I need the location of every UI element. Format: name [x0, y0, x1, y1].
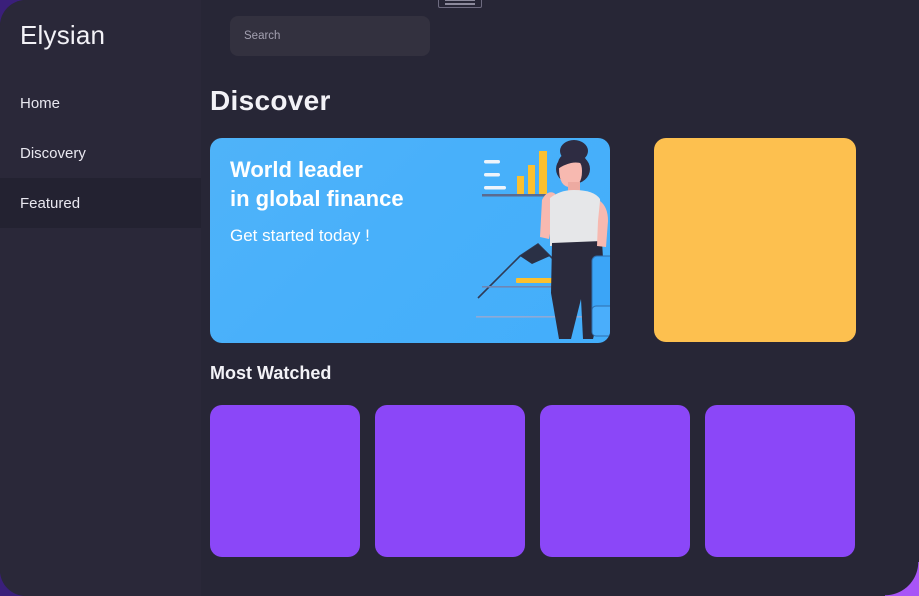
sidebar-nav: Home Discovery Featured: [0, 78, 201, 228]
app-window: Elysian Home Discovery Featured Discover…: [0, 0, 919, 596]
hero-banner-card[interactable]: World leader in global finance Get start…: [210, 138, 610, 343]
main-content: Discover World leader in global finance …: [201, 0, 919, 596]
most-watched-card[interactable]: [705, 405, 855, 557]
most-watched-card[interactable]: [540, 405, 690, 557]
handle-line: [445, 3, 475, 5]
sidebar-item-label: Home: [20, 94, 61, 112]
hero-title: World leader in global finance: [230, 157, 404, 212]
sidebar-item-home[interactable]: Home: [0, 78, 201, 128]
promo-card[interactable]: [654, 138, 856, 342]
most-watched-row: [210, 405, 855, 557]
page-title: Discover: [210, 85, 331, 116]
business-woman-with-bar-chart-icon: [476, 140, 610, 339]
handle-line: [445, 0, 475, 1]
search-input[interactable]: [230, 16, 430, 56]
sidebar: Elysian Home Discovery Featured: [0, 0, 201, 596]
hero-subtitle: Get started today !: [230, 226, 370, 245]
most-watched-card[interactable]: [375, 405, 525, 557]
section-title-most-watched: Most Watched: [210, 363, 332, 383]
sidebar-item-label: Discovery: [20, 144, 86, 162]
app-brand-title: Elysian: [20, 20, 106, 50]
most-watched-card[interactable]: [210, 405, 360, 557]
sidebar-item-featured[interactable]: Featured: [0, 178, 201, 228]
sidebar-item-discovery[interactable]: Discovery: [0, 128, 201, 178]
sidebar-item-label: Featured: [20, 194, 81, 212]
window-drag-handle-icon[interactable]: [438, 0, 482, 8]
